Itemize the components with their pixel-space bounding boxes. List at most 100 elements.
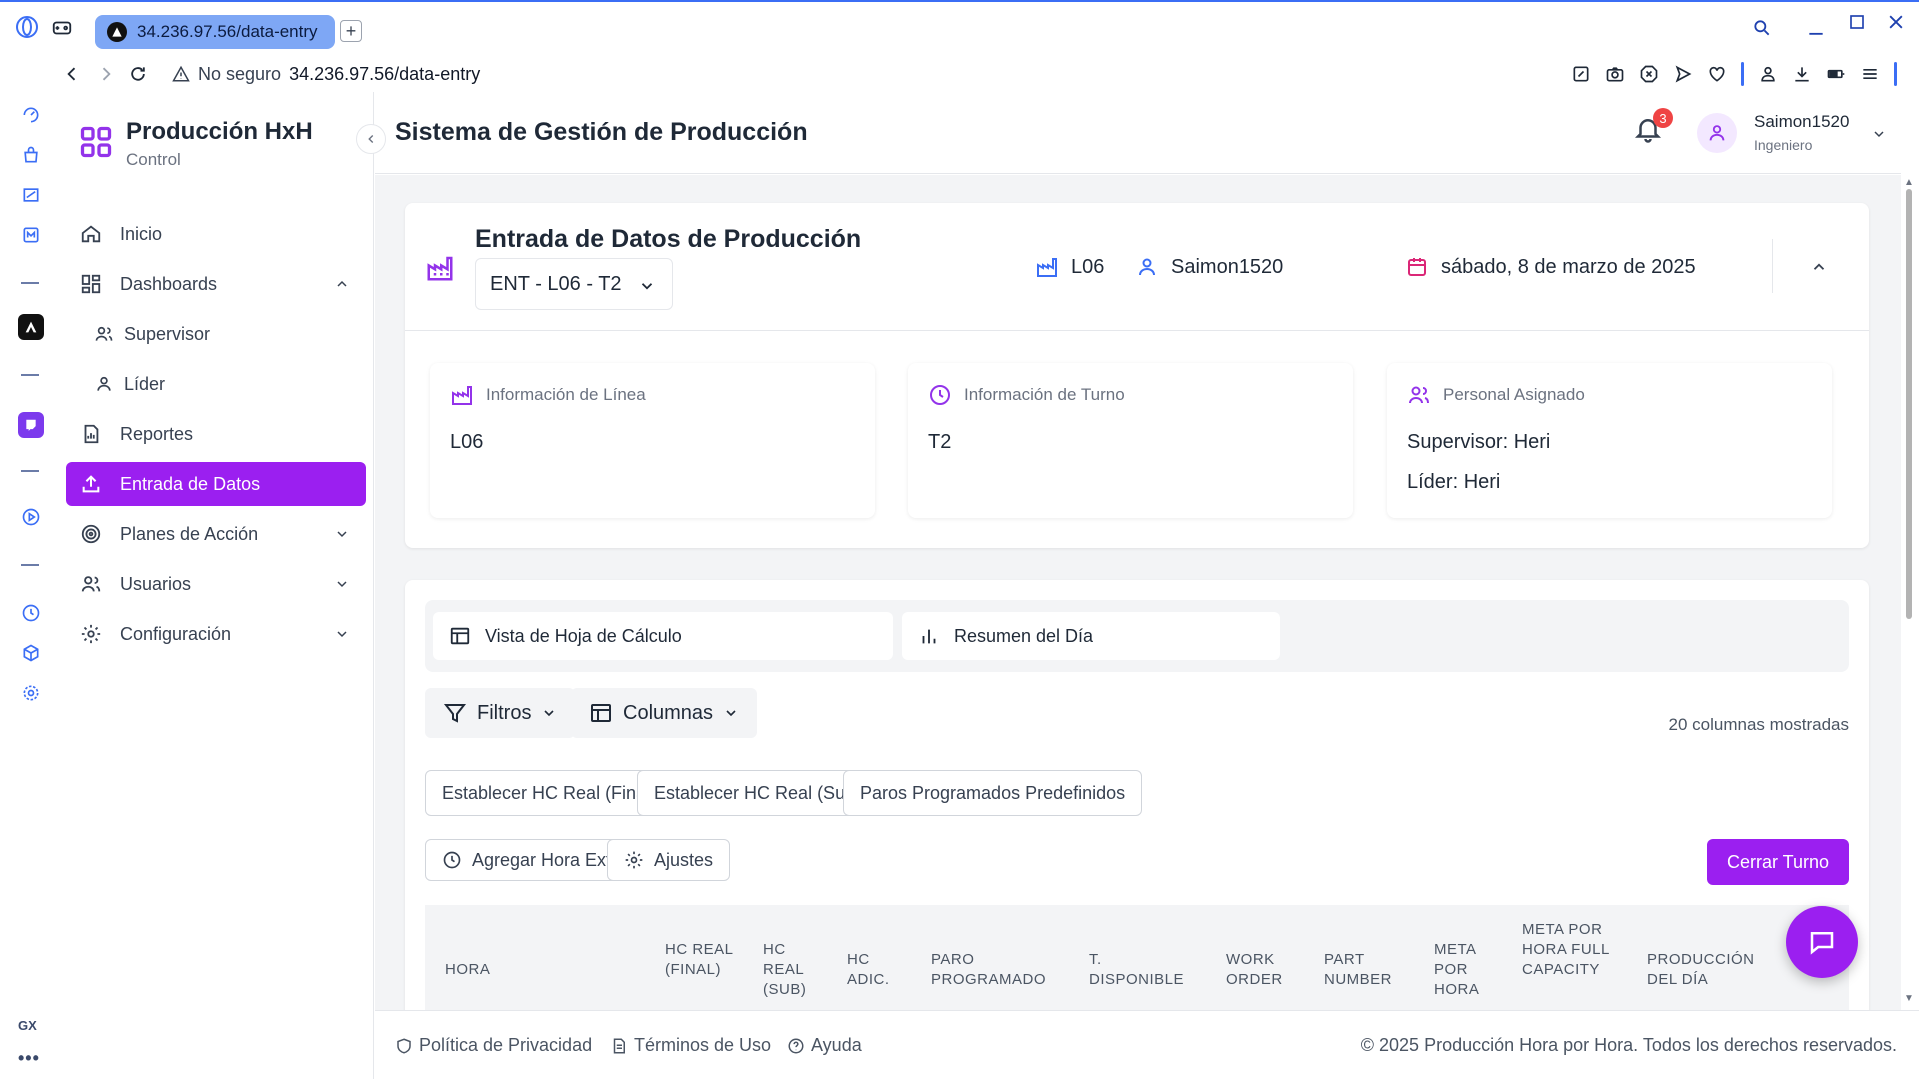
settings-button[interactable]: Ajustes: [607, 839, 731, 881]
entry-selector[interactable]: ENT - L06 - T2: [475, 258, 673, 310]
user-icon: [1709, 125, 1725, 141]
forward-icon[interactable]: [92, 60, 120, 88]
maximize-window-icon[interactable]: [1845, 10, 1869, 34]
easy-setup-icon[interactable]: [1860, 64, 1880, 84]
user-icon: [97, 376, 111, 391]
view-tabs: Vista de Hoja de Cálculo Resumen del Día: [425, 600, 1849, 672]
sidebar-collapse-button[interactable]: [356, 124, 386, 154]
browser-tab[interactable]: 34.236.97.56/data-entry: [95, 15, 335, 49]
history-icon[interactable]: [18, 600, 44, 626]
terms-label: Términos de Uso: [634, 1035, 772, 1055]
avatar[interactable]: [1697, 113, 1737, 153]
scroll-up-icon[interactable]: ▲: [1904, 177, 1914, 188]
close-shift-button[interactable]: Cerrar Turno: [1706, 839, 1849, 885]
scheduled-stops-button[interactable]: Paros Programados Predefinidos: [843, 770, 1143, 816]
line-info-value: L06: [450, 431, 484, 453]
opera-logo-icon[interactable]: [14, 14, 40, 40]
sidebar-nav: Inicio Dashboards Supervisor Líder Repor…: [66, 212, 366, 662]
tab-summary[interactable]: Resumen del Día: [902, 612, 1280, 660]
sidebar-item-usuarios[interactable]: Usuarios: [66, 562, 366, 606]
sidebar-item-supervisor[interactable]: Supervisor: [66, 312, 366, 356]
send-icon[interactable]: [1673, 64, 1693, 84]
meta-line-value: L06: [1071, 255, 1105, 278]
user-name[interactable]: Saimon1520: [1754, 112, 1849, 132]
sidebar-item-dashboards[interactable]: Dashboards: [66, 262, 366, 306]
column-header[interactable]: Hora: [445, 960, 490, 980]
back-icon[interactable]: [58, 60, 86, 88]
url-field[interactable]: No seguro 34.236.97.56/data-entry: [172, 60, 480, 88]
chevron-down-icon: [641, 283, 653, 290]
chat-button[interactable]: [1786, 906, 1858, 978]
line-info-title: Información de Línea: [486, 385, 646, 404]
column-header[interactable]: Producción del Día: [1647, 950, 1772, 990]
filter-icon: [443, 704, 467, 723]
filters-button[interactable]: Filtros: [425, 688, 576, 738]
chevron-down-icon[interactable]: [1871, 126, 1887, 142]
download-icon[interactable]: [1792, 64, 1812, 84]
heart-icon[interactable]: [1707, 64, 1727, 84]
camera-icon[interactable]: [1605, 64, 1625, 84]
chevron-up-icon: [337, 280, 347, 287]
scroll-down-icon[interactable]: ▼: [1904, 993, 1914, 1004]
meta-line: L06: [1035, 255, 1104, 279]
columns-icon: [591, 704, 611, 722]
upload-icon: [82, 475, 100, 493]
gamepad-icon[interactable]: [50, 16, 74, 40]
news-icon[interactable]: [18, 182, 44, 208]
reload-icon[interactable]: [124, 60, 152, 88]
sidebar-item-inicio[interactable]: Inicio: [66, 212, 366, 256]
column-header[interactable]: Paro Programado: [931, 950, 1056, 990]
bar-chart-icon: [922, 629, 936, 644]
column-header[interactable]: Meta por Hora: [1434, 940, 1494, 1000]
app-logo-icon: [80, 126, 112, 158]
minimize-window-icon[interactable]: [1804, 16, 1828, 40]
sidebar-item-label: Configuración: [120, 623, 232, 644]
close-window-icon[interactable]: [1884, 10, 1908, 34]
dashboard-grid-icon: [81, 274, 101, 294]
privacy-link[interactable]: Política de Privacidad: [395, 1035, 592, 1056]
sidebar-item-lider[interactable]: Líder: [66, 362, 366, 406]
column-header[interactable]: Meta por Hora Full Capacity: [1522, 920, 1617, 980]
set-hc-sub-button[interactable]: Establecer HC Real (Sub): [637, 770, 879, 816]
target-icon: [81, 524, 101, 544]
adblock-icon[interactable]: [1639, 64, 1659, 84]
settings-gear-icon[interactable]: [18, 680, 44, 706]
page-scrollbar[interactable]: ▲ ▼: [1901, 175, 1919, 1010]
tab-spreadsheet[interactable]: Vista de Hoja de Cálculo: [433, 612, 893, 660]
messenger-icon[interactable]: [18, 222, 44, 248]
search-tabs-icon[interactable]: [1750, 16, 1774, 40]
line-info-card: Información de Línea L06: [430, 363, 875, 518]
shopping-icon[interactable]: [18, 142, 44, 168]
column-header[interactable]: HC Real (Final): [665, 940, 735, 980]
new-tab-button[interactable]: +: [340, 20, 362, 42]
column-header[interactable]: Work Order: [1226, 950, 1296, 990]
sidebar-item-entrada-de-datos[interactable]: Entrada de Datos: [66, 462, 366, 506]
sidebar-item-reportes[interactable]: Reportes: [66, 412, 366, 456]
column-header[interactable]: HC Real (Sub): [763, 940, 823, 1000]
more-options-icon[interactable]: •••: [18, 1048, 40, 1069]
speed-dial-icon[interactable]: [18, 102, 44, 128]
profile-icon[interactable]: [1758, 64, 1778, 84]
set-hc-final-button[interactable]: Establecer HC Real (Final): [425, 770, 674, 816]
main-header: Sistema de Gestión de Producción 3 Saimo…: [375, 92, 1901, 174]
sidebar-item-label: Entrada de Datos: [120, 473, 261, 494]
columns-button[interactable]: Columnas: [571, 688, 758, 738]
chevron-up-icon[interactable]: [1810, 258, 1828, 276]
scrollbar-thumb[interactable]: [1906, 189, 1912, 619]
leader-value: Líder: Heri: [1407, 471, 1501, 493]
column-header[interactable]: T. Disponible: [1089, 950, 1199, 990]
edit-page-icon[interactable]: [1571, 64, 1591, 84]
help-link[interactable]: Ayuda: [787, 1035, 862, 1056]
player-icon[interactable]: [18, 504, 44, 530]
battery-icon[interactable]: [1826, 64, 1846, 84]
aria-icon[interactable]: [18, 314, 44, 340]
sidebar-item-configuracion[interactable]: Configuración: [66, 612, 366, 656]
column-header[interactable]: Part Number: [1324, 950, 1404, 990]
scheduled-stops-label: Paros Programados Predefinidos: [860, 782, 1126, 803]
extensions-cube-icon[interactable]: [18, 640, 44, 666]
column-header[interactable]: HC Adic.: [847, 950, 902, 990]
sidebar-item-planes-de-accion[interactable]: Planes de Acción: [66, 512, 366, 556]
shift-info-header: Información de Turno: [928, 383, 1125, 407]
twitch-icon[interactable]: [18, 412, 44, 438]
terms-link[interactable]: Términos de Uso: [610, 1035, 771, 1056]
